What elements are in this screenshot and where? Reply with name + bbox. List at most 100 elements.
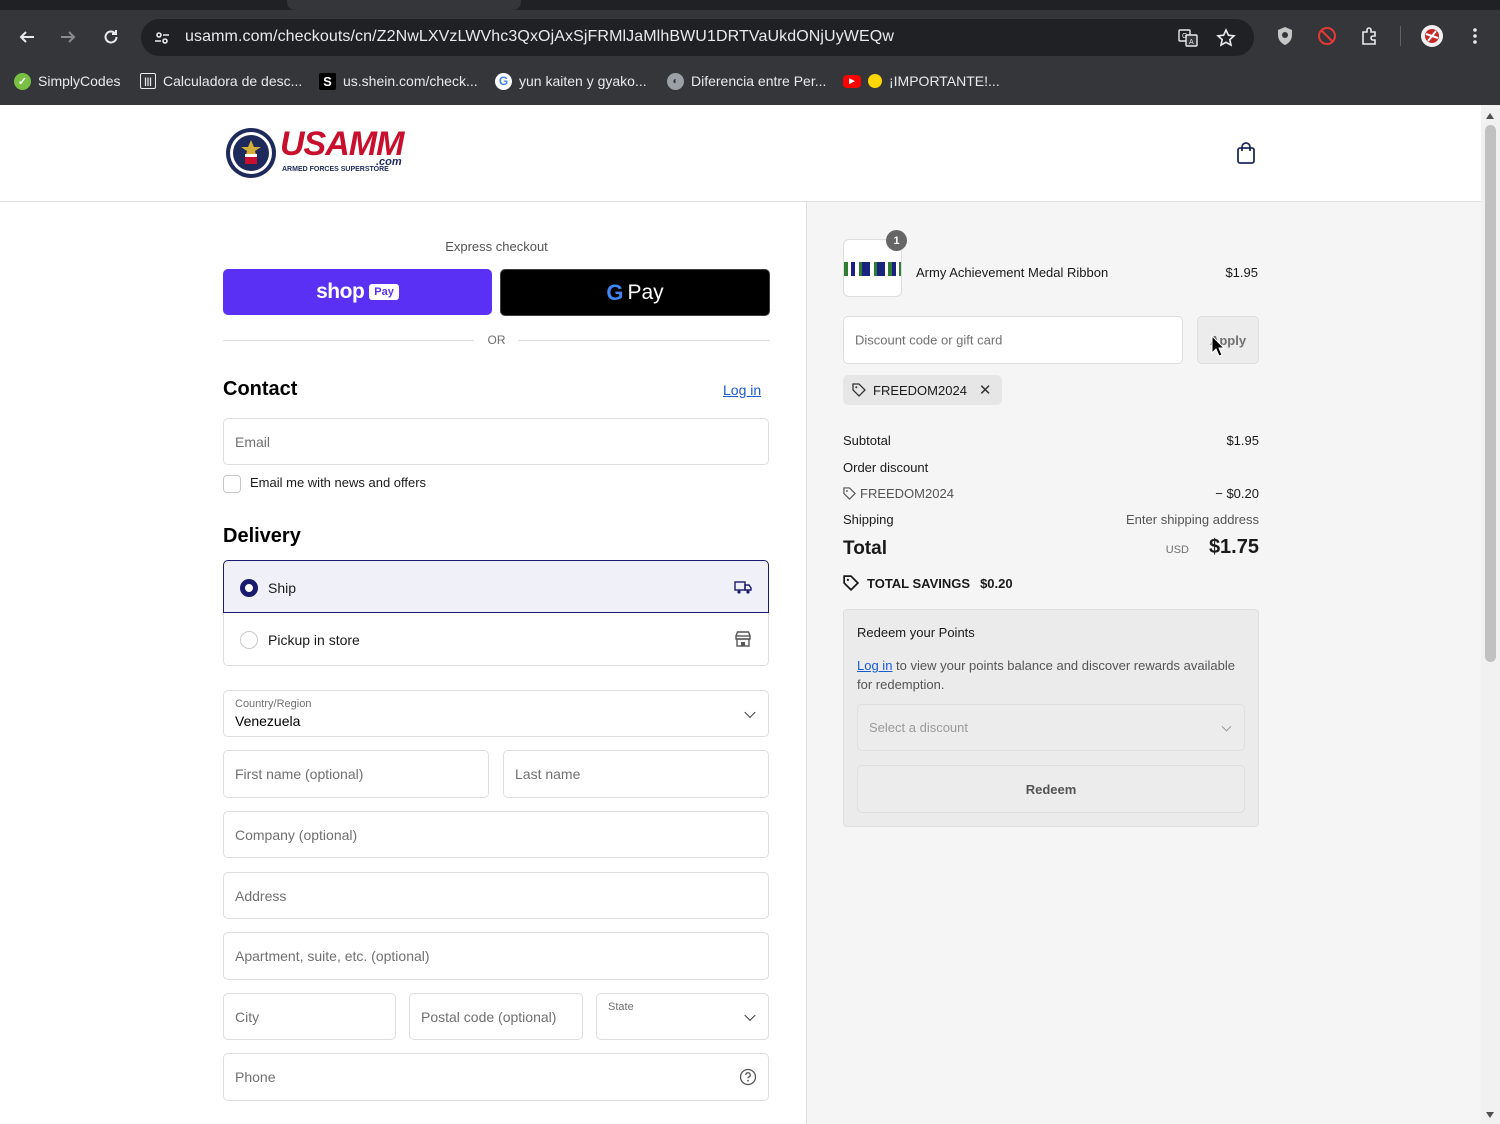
bookmark-diferencia[interactable]: ◐ Diferencia entre Per... (667, 70, 826, 92)
svg-text:G: G (1182, 33, 1187, 40)
last-name-placeholder: Last name (515, 766, 581, 782)
help-circle-icon[interactable] (739, 1068, 757, 1086)
logo-tagline: ARMED FORCES SUPERSTORE (282, 166, 389, 173)
apartment-field[interactable]: Apartment, suite, etc. (optional) (223, 932, 769, 980)
tab-strip (0, 0, 1500, 10)
postal-code-field[interactable]: Postal code (optional) (409, 993, 583, 1040)
shein-icon: S (319, 72, 336, 90)
menu-kebab-icon[interactable] (1463, 24, 1487, 48)
currency-code: USD (1165, 544, 1189, 556)
mouse-cursor-icon (1211, 334, 1226, 357)
extensions-puzzle-icon[interactable] (1358, 24, 1382, 48)
bookmark-calculadora[interactable]: ||| Calculadora de desc... (140, 70, 302, 92)
city-placeholder: City (235, 1008, 260, 1025)
quantity-badge: 1 (886, 230, 907, 251)
or-label: OR (487, 333, 506, 347)
pickup-option[interactable]: Pickup in store (223, 613, 769, 666)
city-field[interactable]: City (223, 993, 396, 1040)
forward-icon[interactable] (53, 22, 83, 52)
simplycodes-icon: ✓ (14, 72, 31, 90)
order-discount-row: Order discount (843, 460, 1259, 478)
country-label: Country/Region (235, 698, 312, 710)
phone-placeholder: Phone (235, 1069, 276, 1085)
apply-button[interactable]: Apply (1197, 316, 1259, 364)
country-value: Venezuela (235, 713, 301, 729)
delivery-method-group: Ship Pickup in store (223, 560, 769, 666)
total-amount: $1.75 (1208, 536, 1259, 558)
points-desc-text: to view your points balance and discover… (857, 658, 1235, 692)
ship-label: Ship (268, 580, 297, 596)
order-discount-label: Order discount (843, 460, 929, 475)
last-name-field[interactable]: Last name (503, 750, 769, 798)
scroll-down-arrow[interactable] (1486, 1112, 1494, 1118)
email-field[interactable]: Email (223, 418, 769, 465)
bookmark-star-icon[interactable] (1215, 27, 1237, 49)
shipping-row: Shipping Enter shipping address (843, 512, 1259, 530)
back-icon[interactable] (12, 22, 42, 52)
savings-label: TOTAL SAVINGS (867, 575, 971, 591)
shipping-value: Enter shipping address (1126, 512, 1259, 527)
product-price: $1.95 (1225, 265, 1258, 280)
apartment-placeholder: Apartment, suite, etc. (optional) (235, 948, 430, 964)
shield-extension-icon[interactable] (1273, 24, 1297, 48)
checkout-page: USAMM .com ARMED FORCES SUPERSTORE Expre… (0, 105, 1500, 1124)
bookmark-simplycodes[interactable]: ✓ SimplyCodes (14, 70, 120, 92)
scroll-up-arrow[interactable] (1486, 113, 1494, 119)
total-savings: TOTAL SAVINGS $0.20 (843, 575, 1013, 592)
redeem-button[interactable]: Redeem (857, 765, 1245, 813)
first-name-placeholder: First name (optional) (235, 766, 364, 782)
discount-select[interactable]: Select a discount (857, 704, 1245, 751)
phone-field[interactable]: Phone (223, 1053, 769, 1101)
applied-discount-chip: FREEDOM2024 ✕ (843, 375, 1002, 405)
translate-icon[interactable]: GA (1177, 27, 1199, 49)
points-description: Log in to view your points balance and d… (857, 656, 1247, 694)
address-field[interactable]: Address (223, 872, 769, 919)
chevron-down-icon (1221, 721, 1232, 732)
points-login-link[interactable]: Log in (857, 658, 892, 673)
shop-pay-word: shop (316, 280, 365, 303)
calculator-icon: ||| (140, 73, 156, 89)
google-pay-button[interactable]: G Pay (500, 269, 770, 316)
state-select[interactable]: State (596, 993, 769, 1040)
active-tab[interactable] (287, 0, 521, 10)
company-field[interactable]: Company (optional) (223, 811, 769, 858)
shop-pay-badge: Pay (369, 284, 399, 300)
reload-icon[interactable] (96, 22, 126, 52)
postal-placeholder: Postal code (optional) (421, 1008, 557, 1025)
bookmark-shein[interactable]: S us.shein.com/check... (319, 70, 478, 92)
cart-bag-icon[interactable] (1235, 141, 1257, 165)
svg-text:A: A (1189, 39, 1194, 46)
or-divider: OR (223, 332, 770, 348)
profile-avatar-icon[interactable] (1420, 24, 1444, 48)
scroll-thumb[interactable] (1485, 125, 1496, 662)
discount-code-input[interactable]: Discount code or gift card (843, 316, 1183, 364)
youtube-icon: ▶ (843, 74, 861, 88)
shipping-label: Shipping (843, 512, 894, 527)
blocker-extension-icon[interactable] (1315, 24, 1339, 48)
ship-radio[interactable] (240, 579, 258, 597)
url-text: usamm.com/checkouts/cn/Z2NwLXVzLWVhc3QxO… (185, 28, 894, 45)
contact-heading: Contact (223, 378, 298, 400)
state-label: State (608, 1001, 634, 1013)
express-checkout-label: Express checkout (445, 239, 548, 254)
page-scrollbar[interactable] (1481, 105, 1500, 1124)
bookmark-importante[interactable]: ▶ ¡IMPORTANTE!... (843, 70, 1000, 92)
ribbon-image (844, 262, 901, 276)
first-name-field[interactable]: First name (optional) (223, 750, 489, 798)
login-link[interactable]: Log in (723, 382, 761, 398)
shop-pay-button[interactable]: shop Pay (223, 269, 492, 315)
remove-discount-icon[interactable]: ✕ (979, 381, 992, 399)
bookmark-google[interactable]: G yun kaiten y gyako... (495, 70, 647, 92)
usamm-logo[interactable]: USAMM .com ARMED FORCES SUPERSTORE (224, 126, 414, 181)
pickup-radio[interactable] (240, 631, 258, 649)
total-label: Total (843, 538, 887, 559)
ship-option[interactable]: Ship (223, 560, 769, 613)
subtotal-label: Subtotal (843, 433, 891, 448)
bookmark-label: ¡IMPORTANTE!... (889, 73, 1000, 89)
country-select[interactable]: Country/Region Venezuela (223, 690, 769, 737)
chevron-down-icon (744, 1009, 756, 1021)
newsletter-checkbox[interactable] (223, 475, 241, 493)
site-settings-icon[interactable] (151, 27, 173, 49)
address-bar[interactable]: usamm.com/checkouts/cn/Z2NwLXVzLWVhc3QxO… (141, 19, 1254, 56)
savings-amount: $0.20 (980, 575, 1013, 591)
